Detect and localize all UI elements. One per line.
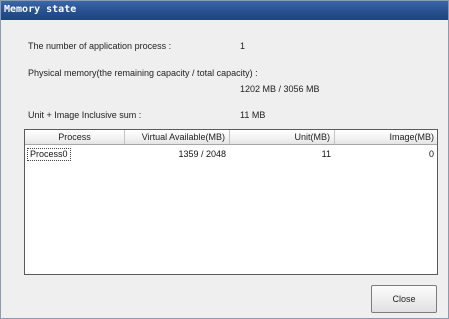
- process-count-value: 1: [240, 41, 246, 51]
- column-header-unit[interactable]: Unit(MB): [230, 130, 335, 144]
- physical-memory-label: Physical memory(the remaining capacity /…: [28, 68, 258, 78]
- inclusive-sum-value: 11 MB: [240, 110, 266, 120]
- process-count-label: The number of application process :: [28, 41, 172, 51]
- column-header-image[interactable]: Image(MB): [335, 130, 437, 144]
- process-memory-table[interactable]: Process Virtual Available(MB) Unit(MB) I…: [24, 129, 438, 275]
- table-header: Process Virtual Available(MB) Unit(MB) I…: [25, 130, 437, 145]
- physical-memory-value: 1202 MB / 3056 MB: [240, 84, 320, 94]
- cell-virtual-available: 1359 / 2048: [178, 149, 226, 159]
- table-row[interactable]: Process0 1359 / 2048 11 0: [25, 147, 437, 161]
- inclusive-sum-label: Unit + Image Inclusive sum :: [28, 110, 142, 120]
- dialog-title: Memory state: [4, 4, 77, 15]
- cell-process: Process0: [25, 147, 125, 161]
- column-header-process[interactable]: Process: [25, 130, 125, 144]
- column-header-virtual-available[interactable]: Virtual Available(MB): [125, 130, 230, 144]
- cell-unit: 11: [321, 149, 331, 159]
- close-button[interactable]: Close: [371, 285, 437, 313]
- memory-state-dialog: Memory state The number of application p…: [0, 0, 449, 319]
- process-name: Process0: [27, 148, 71, 161]
- title-bar[interactable]: Memory state: [1, 1, 448, 20]
- cell-image: 0: [428, 149, 434, 159]
